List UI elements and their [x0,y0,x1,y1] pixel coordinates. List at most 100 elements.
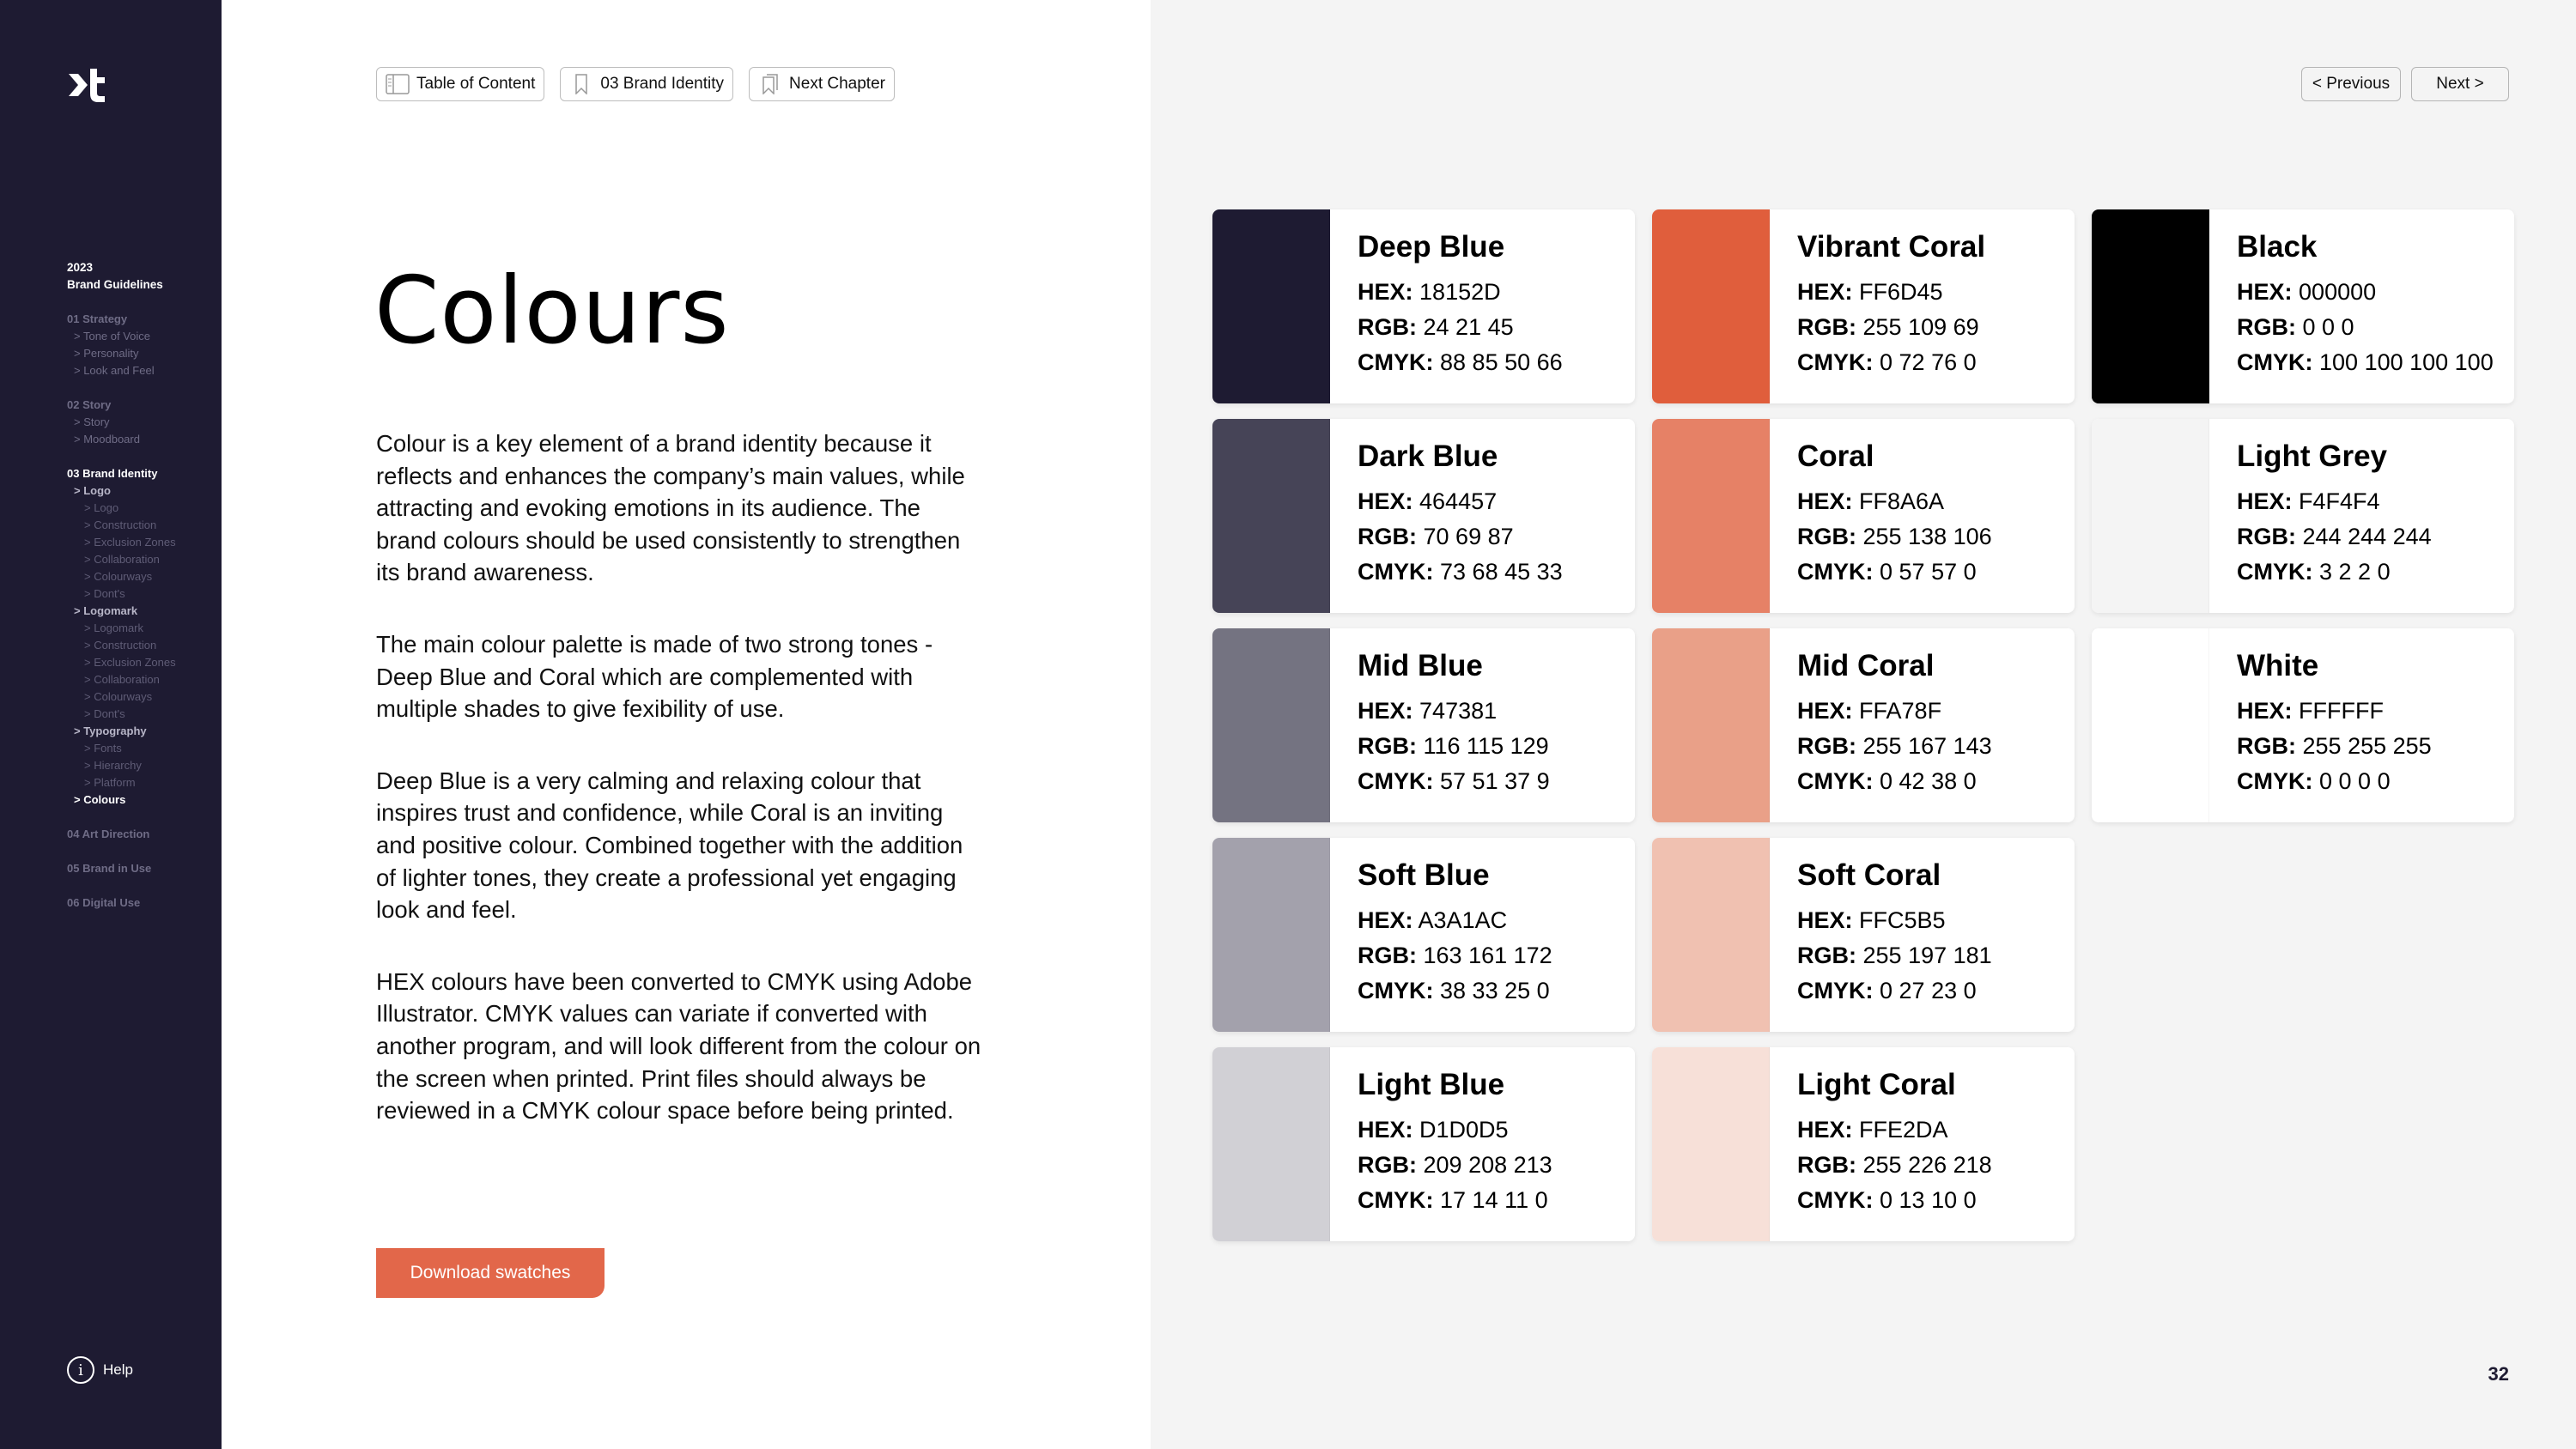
swatch-card: Light Blue HEX: D1D0D5 RGB: 209 208 213 … [1212,1047,1635,1241]
nav-section[interactable]: 03 Brand Identity [67,465,213,482]
hex-value: HEX: FFA78F [1797,698,1942,724]
chapter-button[interactable]: 03 Brand Identity [560,67,734,101]
cmyk-value: CMYK: 0 72 76 0 [1797,349,1977,375]
cmyk-value: CMYK: 88 85 50 66 [1358,349,1563,375]
color-swatch[interactable] [1212,838,1330,1032]
nav-item[interactable]: > Fonts [67,740,213,757]
color-swatch[interactable] [1652,209,1770,403]
nav-section[interactable]: 05 Brand in Use [67,860,213,877]
table-of-content-button[interactable]: Table of Content [376,67,545,101]
sidebar-nav: 2023 Brand Guidelines 01 Strategy > Tone … [67,259,213,912]
download-swatches-button[interactable]: Download swatches [376,1248,605,1298]
color-name: Deep Blue [1358,230,1505,264]
nav-item[interactable]: > Logomark [67,603,213,620]
color-swatch[interactable] [2092,628,2209,822]
nav-item[interactable]: > Construction [67,517,213,534]
rgb-value: RGB: 0 0 0 [2237,314,2354,340]
hex-value: HEX: FFE2DA [1797,1117,1948,1143]
nav-item[interactable]: > Dont's [67,585,213,603]
swatch-card: Vibrant Coral HEX: FF6D45 RGB: 255 109 6… [1652,209,2075,403]
color-swatch[interactable] [2092,419,2209,613]
swatch-info: White HEX: FFFFFF RGB: 255 255 255 CMYK:… [2209,628,2432,822]
page-title: Colours [374,258,730,365]
color-swatch[interactable] [2092,209,2209,403]
color-swatch[interactable] [1212,628,1330,822]
cmyk-value: CMYK: 0 13 10 0 [1797,1187,1977,1213]
color-name: Light Coral [1797,1068,1956,1101]
chapter-toolbar: Table of Content 03 Brand Identity Next … [376,67,895,101]
help-label: Help [103,1361,133,1378]
nav-section[interactable]: 02 Story [67,397,213,414]
nav-item[interactable]: > Exclusion Zones [67,534,213,551]
color-name: Coral [1797,440,1874,473]
nav-item[interactable]: > Look and Feel [67,362,213,379]
swatch-card: Dark Blue HEX: 464457 RGB: 70 69 87 CMYK… [1212,419,1635,613]
nav-item[interactable]: > Exclusion Zones [67,654,213,671]
rgb-value: RGB: 255 138 106 [1797,524,1992,549]
nav-item[interactable]: > Collaboration [67,671,213,688]
cmyk-value: CMYK: 0 27 23 0 [1797,978,1977,1003]
color-swatch[interactable] [1652,419,1770,613]
nav-item[interactable]: > Tone of Voice [67,328,213,345]
nav-item[interactable]: > Dont's [67,706,213,723]
chapter-label: 03 Brand Identity [600,75,725,93]
paragraph: Colour is a key element of a brand ident… [376,430,965,586]
nav-item[interactable]: > Logo [67,482,213,500]
color-swatch[interactable] [1212,209,1330,403]
hex-value: HEX: F4F4F4 [2237,488,2380,514]
color-swatch[interactable] [1212,419,1330,613]
nav-section[interactable]: 06 Digital Use [67,894,213,912]
cmyk-value: CMYK: 57 51 37 9 [1358,768,1550,794]
color-name: Soft Coral [1797,858,1941,892]
info-icon: i [67,1356,94,1384]
color-name: Vibrant Coral [1797,230,1986,264]
page-navigation: < Previous Next > [2301,67,2509,101]
nav-item[interactable]: > Logo [67,500,213,517]
swatch-card: Mid Blue HEX: 747381 RGB: 116 115 129 CM… [1212,628,1635,822]
rgb-value: RGB: 244 244 244 [2237,524,2432,549]
brand-logo[interactable] [67,67,108,103]
nav-item[interactable]: > Platform [67,774,213,791]
color-name: Mid Blue [1358,649,1483,682]
swatch-card: Coral HEX: FF8A6A RGB: 255 138 106 CMYK:… [1652,419,2075,613]
hex-value: HEX: FFFFFF [2237,698,2384,724]
color-name: White [2237,649,2319,682]
cmyk-value: CMYK: 0 0 0 0 [2237,768,2391,794]
cmyk-value: CMYK: 73 68 45 33 [1358,559,1563,585]
next-chapter-button[interactable]: Next Chapter [749,67,895,101]
nav-item[interactable]: > Moodboard [67,431,213,448]
nav-section[interactable]: 04 Art Direction [67,826,213,843]
swatch-card: Deep Blue HEX: 18152D RGB: 24 21 45 CMYK… [1212,209,1635,403]
nav-section[interactable]: 01 Strategy [67,311,213,328]
swatch-info: Light Blue HEX: D1D0D5 RGB: 209 208 213 … [1330,1047,1552,1241]
color-swatch[interactable] [1652,838,1770,1032]
swatch-card: Light Grey HEX: F4F4F4 RGB: 244 244 244 … [2092,419,2514,613]
nav-item[interactable]: > Colourways [67,688,213,706]
previous-button[interactable]: < Previous [2301,67,2401,101]
nav-item[interactable]: > Typography [67,723,213,740]
nav-item[interactable]: > Collaboration [67,551,213,568]
color-swatch[interactable] [1212,1047,1330,1241]
color-swatch[interactable] [1652,628,1770,822]
paragraph: Deep Blue is a very calming and relaxing… [376,767,963,924]
rgb-value: RGB: 209 208 213 [1358,1152,1552,1178]
swatch-info: Vibrant Coral HEX: FF6D45 RGB: 255 109 6… [1770,209,1985,403]
nav-item[interactable]: > Colourways [67,568,213,585]
swatch-card: Mid Coral HEX: FFA78F RGB: 255 167 143 C… [1652,628,2075,822]
swatch-info: Deep Blue HEX: 18152D RGB: 24 21 45 CMYK… [1330,209,1563,403]
help-button[interactable]: i Help [67,1356,133,1384]
nav-item[interactable]: > Logomark [67,620,213,637]
paragraph: The main colour palette is made of two s… [376,630,933,723]
swatch-grid: Deep Blue HEX: 18152D RGB: 24 21 45 CMYK… [1212,209,2514,1241]
rgb-value: RGB: 24 21 45 [1358,314,1514,340]
next-button[interactable]: Next > [2411,67,2509,101]
nav-item-current[interactable]: > Colours [67,791,213,809]
color-swatch[interactable] [1652,1047,1770,1241]
nav-item[interactable]: > Personality [67,345,213,362]
nav-item[interactable]: > Story [67,414,213,431]
swatch-info: Mid Blue HEX: 747381 RGB: 116 115 129 CM… [1330,628,1550,822]
swatch-info: Dark Blue HEX: 464457 RGB: 70 69 87 CMYK… [1330,419,1563,613]
nav-item[interactable]: > Construction [67,637,213,654]
hex-value: HEX: A3A1AC [1358,907,1508,933]
nav-item[interactable]: > Hierarchy [67,757,213,774]
